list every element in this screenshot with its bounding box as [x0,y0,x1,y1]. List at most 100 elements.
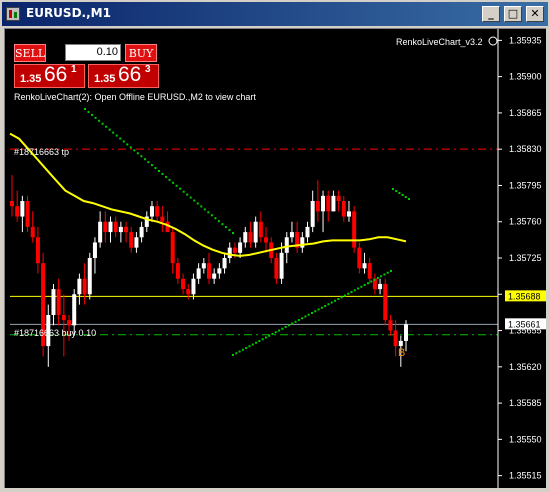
candle-body [92,242,97,258]
trend-dot [320,306,323,309]
candle-body [35,237,40,264]
candle-body [279,252,284,279]
smiley-icon [488,36,498,46]
candle-body [227,247,232,258]
candle-body [393,330,398,347]
trend-dot [98,119,101,122]
trend-dot [343,294,346,297]
trend-dot [383,273,386,276]
trend-dot [395,190,398,192]
candle-body [155,206,160,217]
trend-dot [360,285,363,288]
offline-message: RenkoLiveChart(2): Open Offline EURUSD.,… [14,92,256,102]
buy-button[interactable]: BUY [125,44,157,62]
trend-dot [261,338,264,341]
trend-dot [301,317,304,320]
candle-body [10,201,14,207]
candle-body [196,268,201,279]
price-tick-label: 1.35620 [509,362,542,372]
trend-dot [168,178,171,181]
trend-dot [255,341,258,344]
sell-price-button[interactable]: 1.35 66 1 [14,63,85,88]
price-tick-label: 1.35830 [509,144,542,154]
trend-dot [241,348,244,351]
buy-price-prefix: 1.35 [94,73,116,85]
trend-dot [94,116,97,119]
candle-body [77,278,82,295]
trend-dot [122,140,125,143]
lot-size-input[interactable]: 0.10 [65,44,121,61]
candle-body [310,201,315,227]
candle-body [264,237,269,243]
trend-dot [84,108,86,110]
candle-body [15,206,20,217]
candle-body [232,247,237,253]
candle-body [30,226,35,238]
price-tick-label: 1.35865 [509,108,542,118]
trend-dot [291,322,294,325]
candle-body [191,278,196,295]
trend-dot [274,331,277,334]
trend-dot [221,223,224,226]
candle-body [315,201,320,212]
bid-price-tag: 1.35661 [508,319,541,329]
trend-dot [105,125,108,128]
trend-dot [133,149,136,152]
chart-window: EURUSD.,M1 _ □ ✕ #18716663 tp #18716663 … [0,0,550,492]
buy-price-button[interactable]: 1.35 66 3 [88,63,159,88]
trend-dot [398,192,401,194]
candle-body [336,195,341,201]
trend-dot [154,167,157,170]
trend-dot [119,137,122,140]
candle-body [139,226,144,238]
trend-dot [373,278,376,281]
candle-body [300,237,305,248]
trend-dot [258,340,261,342]
trend-dot [112,131,115,134]
candle-body [212,273,217,279]
trend-dot [91,113,94,116]
price-axis: 1.35935 1.35900 1.35865 1.35830 1.35795 1.357… [498,35,542,481]
trend-dot [158,170,160,172]
trend-dot [366,282,369,285]
trend-dot [287,324,290,327]
trend-dot [327,303,330,306]
trend-dot [307,313,310,316]
buy-order-label: #18716663 buy 0.10 [14,328,96,338]
candle-body [175,263,180,279]
trend-dot [357,287,360,290]
candle-body [362,263,367,269]
trend-dot [294,320,297,323]
candle-body [352,211,357,248]
candle-body [284,237,289,253]
trend-dot [347,292,350,295]
trend-dot [330,301,333,304]
price-tick-label: 1.35900 [509,72,542,82]
trend-dot [214,217,217,220]
candle-body [124,226,129,233]
trend-dot [150,164,153,167]
sell-button[interactable]: SELL [14,44,46,62]
trend-dot [271,333,274,335]
candle-body [51,289,56,315]
trend-dot [140,155,143,158]
moving-average-line [9,132,407,257]
trend-dot [317,308,320,311]
trend-dot [101,122,104,125]
trend-dot [147,161,150,164]
candle-body [404,324,408,341]
trend-dot [196,202,199,205]
candle-body [149,206,154,217]
trend-dot [232,354,234,356]
sell-price-point: 1 [71,64,77,75]
trend-dot [189,196,192,199]
trend-dot [136,152,139,155]
trend-dot [179,187,182,190]
candle-body [367,263,372,279]
trend-dot [334,299,337,302]
trend-dot [228,229,231,232]
buy-arrow-label: B [398,347,405,359]
buy-price-point: 3 [145,64,151,75]
candle-body [357,247,362,269]
trend-dot [401,194,404,196]
